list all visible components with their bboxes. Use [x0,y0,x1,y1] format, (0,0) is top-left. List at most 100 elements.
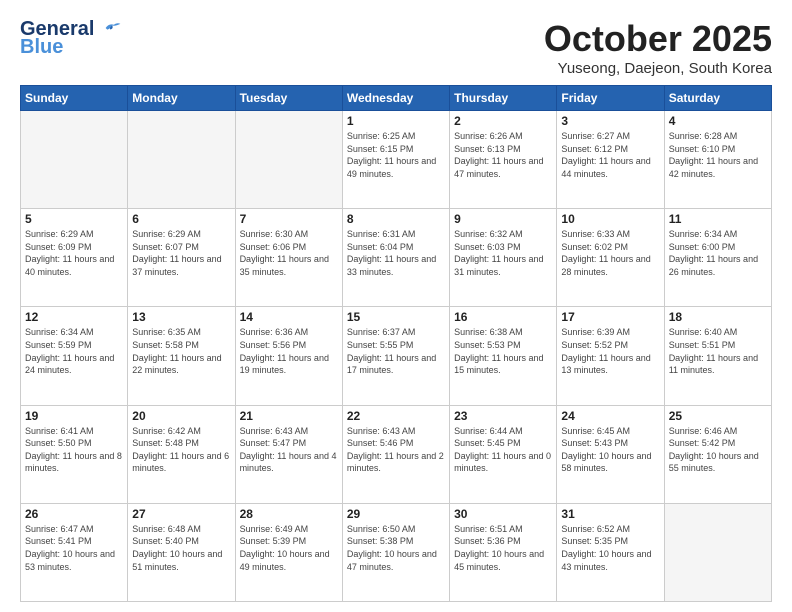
calendar-day-cell: 22Sunrise: 6:43 AM Sunset: 5:46 PM Dayli… [342,405,449,503]
day-info: Sunrise: 6:29 AM Sunset: 6:09 PM Dayligh… [25,228,123,278]
location: Yuseong, Daejeon, South Korea [544,60,772,77]
calendar-day-cell: 19 Sunrise: 6:41 AM Sunset: 5:50 PM Dayli… [21,405,128,503]
calendar-day-cell: 18 Sunrise: 6:40 AM Sunset: 5:51 PM Dayli… [664,307,771,405]
day-info: Sunrise: 6:29 AM Sunset: 6:07 PM Dayligh… [132,228,230,278]
calendar-day-cell: 25 Sunrise: 6:46 AM Sunset: 5:42 PM Dayli… [664,405,771,503]
day-info: Sunrise: 6:37 AM Sunset: 5:55 PM Dayligh… [347,326,445,376]
day-info: Sunrise: 6:50 AM Sunset: 5:38 PM Dayligh… [347,523,445,573]
day-info: Sunrise: 6:30 AM Sunset: 6:06 PM Dayligh… [240,228,338,278]
calendar-day-cell [664,503,771,601]
calendar-day-header: Saturday [664,86,771,111]
month-title: October 2025 [544,18,772,60]
header: General Blue October 2025 Yuseong, Daeje… [20,18,772,77]
calendar-day-header: Friday [557,86,664,111]
day-number: 2 [454,114,552,128]
day-info: Sunrise: 6:52 AM Sunset: 5:35 PM Dayligh… [561,523,659,573]
day-number: 12 [25,310,123,324]
calendar-day-cell: 5Sunrise: 6:29 AM Sunset: 6:09 PM Daylig… [21,209,128,307]
logo-bird-icon [104,21,122,35]
day-number: 15 [347,310,445,324]
day-number: 9 [454,212,552,226]
calendar-day-cell: 9 Sunrise: 6:32 AM Sunset: 6:03 PM Daylig… [450,209,557,307]
day-info: Sunrise: 6:43 AM Sunset: 5:47 PM Dayligh… [240,425,338,475]
calendar-day-cell: 4 Sunrise: 6:28 AM Sunset: 6:10 PM Daylig… [664,111,771,209]
day-number: 21 [240,409,338,423]
day-number: 22 [347,409,445,423]
calendar-day-cell: 14 Sunrise: 6:36 AM Sunset: 5:56 PM Dayli… [235,307,342,405]
calendar-day-cell: 1Sunrise: 6:25 AM Sunset: 6:15 PM Daylig… [342,111,449,209]
day-info: Sunrise: 6:33 AM Sunset: 6:02 PM Dayligh… [561,228,659,278]
day-info: Sunrise: 6:49 AM Sunset: 5:39 PM Dayligh… [240,523,338,573]
calendar-day-cell: 24 Sunrise: 6:45 AM Sunset: 5:43 PM Dayli… [557,405,664,503]
day-number: 24 [561,409,659,423]
calendar-day-cell: 17 Sunrise: 6:39 AM Sunset: 5:52 PM Dayli… [557,307,664,405]
day-info: Sunrise: 6:40 AM Sunset: 5:51 PM Dayligh… [669,326,767,376]
calendar-day-cell: 11 Sunrise: 6:34 AM Sunset: 6:00 PM Dayli… [664,209,771,307]
day-info: Sunrise: 6:35 AM Sunset: 5:58 PM Dayligh… [132,326,230,376]
day-number: 8 [347,212,445,226]
day-info: Sunrise: 6:47 AM Sunset: 5:41 PM Dayligh… [25,523,123,573]
day-info: Sunrise: 6:51 AM Sunset: 5:36 PM Dayligh… [454,523,552,573]
day-number: 19 [25,409,123,423]
calendar-day-cell: 7 Sunrise: 6:30 AM Sunset: 6:06 PM Daylig… [235,209,342,307]
calendar-day-cell: 10 Sunrise: 6:33 AM Sunset: 6:02 PM Dayli… [557,209,664,307]
title-section: October 2025 Yuseong, Daejeon, South Kor… [544,18,772,77]
day-number: 31 [561,507,659,521]
logo-blue: Blue [20,36,63,59]
day-number: 27 [132,507,230,521]
calendar-day-cell: 26Sunrise: 6:47 AM Sunset: 5:41 PM Dayli… [21,503,128,601]
day-info: Sunrise: 6:25 AM Sunset: 6:15 PM Dayligh… [347,130,445,180]
day-number: 23 [454,409,552,423]
day-info: Sunrise: 6:42 AM Sunset: 5:48 PM Dayligh… [132,425,230,475]
calendar-day-cell: 28 Sunrise: 6:49 AM Sunset: 5:39 PM Dayli… [235,503,342,601]
day-info: Sunrise: 6:28 AM Sunset: 6:10 PM Dayligh… [669,130,767,180]
calendar-week-row: 12 Sunrise: 6:34 AM Sunset: 5:59 PM Dayli… [21,307,772,405]
day-number: 30 [454,507,552,521]
day-number: 6 [132,212,230,226]
calendar-table: SundayMondayTuesdayWednesdayThursdayFrid… [20,85,772,602]
calendar-day-cell: 15 Sunrise: 6:37 AM Sunset: 5:55 PM Dayli… [342,307,449,405]
calendar-day-cell: 3Sunrise: 6:27 AM Sunset: 6:12 PM Daylig… [557,111,664,209]
day-info: Sunrise: 6:46 AM Sunset: 5:42 PM Dayligh… [669,425,767,475]
day-info: Sunrise: 6:32 AM Sunset: 6:03 PM Dayligh… [454,228,552,278]
day-number: 10 [561,212,659,226]
day-number: 28 [240,507,338,521]
day-number: 25 [669,409,767,423]
day-info: Sunrise: 6:31 AM Sunset: 6:04 PM Dayligh… [347,228,445,278]
calendar-day-cell: 13 Sunrise: 6:35 AM Sunset: 5:58 PM Dayli… [128,307,235,405]
calendar-day-cell: 12 Sunrise: 6:34 AM Sunset: 5:59 PM Dayli… [21,307,128,405]
calendar-day-header: Tuesday [235,86,342,111]
day-number: 20 [132,409,230,423]
calendar-day-cell: 31 Sunrise: 6:52 AM Sunset: 5:35 PM Dayli… [557,503,664,601]
day-number: 29 [347,507,445,521]
day-number: 14 [240,310,338,324]
calendar-week-row: 1Sunrise: 6:25 AM Sunset: 6:15 PM Daylig… [21,111,772,209]
calendar-day-header: Thursday [450,86,557,111]
day-number: 11 [669,212,767,226]
day-info: Sunrise: 6:39 AM Sunset: 5:52 PM Dayligh… [561,326,659,376]
calendar-day-cell [235,111,342,209]
day-number: 7 [240,212,338,226]
calendar-week-row: 26Sunrise: 6:47 AM Sunset: 5:41 PM Dayli… [21,503,772,601]
calendar-day-cell: 23Sunrise: 6:44 AM Sunset: 5:45 PM Dayli… [450,405,557,503]
day-info: Sunrise: 6:26 AM Sunset: 6:13 PM Dayligh… [454,130,552,180]
calendar-day-header: Sunday [21,86,128,111]
calendar-day-cell: 27 Sunrise: 6:48 AM Sunset: 5:40 PM Dayli… [128,503,235,601]
calendar-day-cell [21,111,128,209]
day-info: Sunrise: 6:41 AM Sunset: 5:50 PM Dayligh… [25,425,123,475]
day-info: Sunrise: 6:36 AM Sunset: 5:56 PM Dayligh… [240,326,338,376]
day-number: 4 [669,114,767,128]
day-info: Sunrise: 6:34 AM Sunset: 6:00 PM Dayligh… [669,228,767,278]
day-info: Sunrise: 6:48 AM Sunset: 5:40 PM Dayligh… [132,523,230,573]
calendar-day-cell: 16Sunrise: 6:38 AM Sunset: 5:53 PM Dayli… [450,307,557,405]
day-number: 13 [132,310,230,324]
day-number: 17 [561,310,659,324]
day-info: Sunrise: 6:34 AM Sunset: 5:59 PM Dayligh… [25,326,123,376]
calendar-day-cell: 20 Sunrise: 6:42 AM Sunset: 5:48 PM Dayli… [128,405,235,503]
day-number: 18 [669,310,767,324]
day-info: Sunrise: 6:45 AM Sunset: 5:43 PM Dayligh… [561,425,659,475]
calendar-day-cell [128,111,235,209]
calendar-day-header: Wednesday [342,86,449,111]
calendar-day-cell: 8 Sunrise: 6:31 AM Sunset: 6:04 PM Daylig… [342,209,449,307]
calendar-day-cell: 30 Sunrise: 6:51 AM Sunset: 5:36 PM Dayli… [450,503,557,601]
